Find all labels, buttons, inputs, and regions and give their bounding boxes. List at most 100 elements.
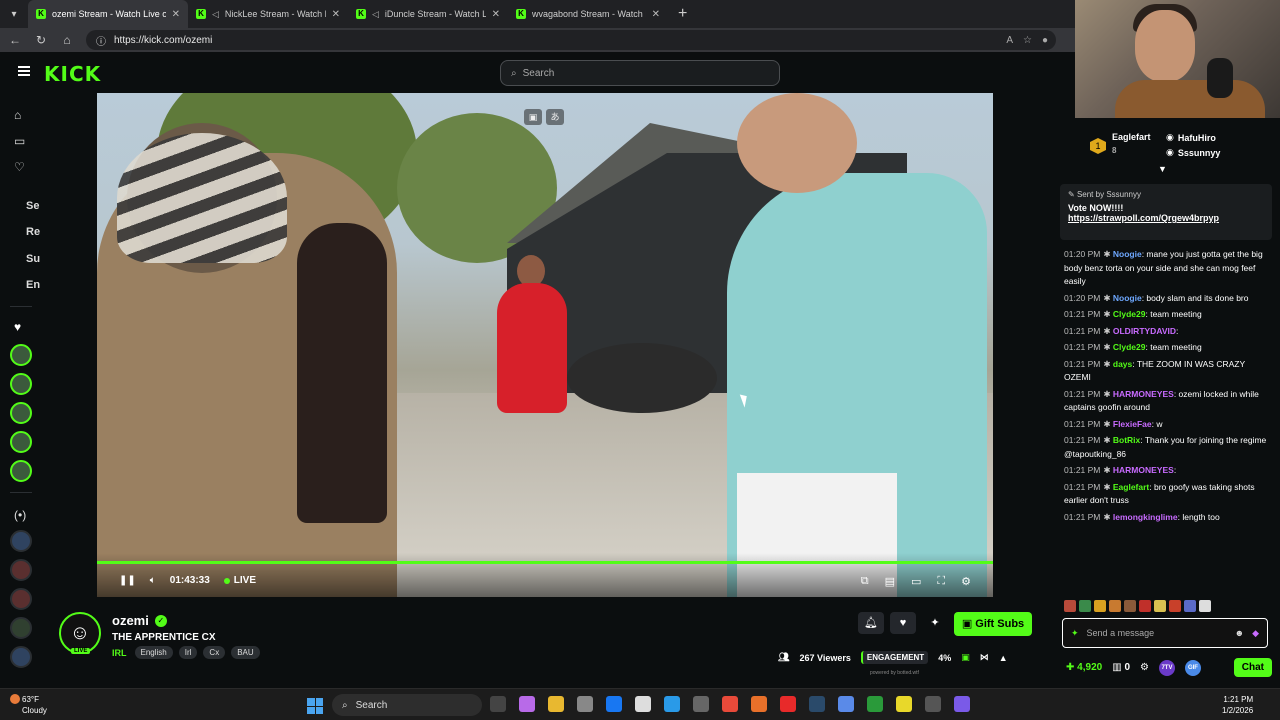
- recommended-channel-avatar[interactable]: [10, 530, 32, 552]
- chat-username[interactable]: FlexieFae: [1113, 419, 1152, 429]
- following-heart-icon[interactable]: ♡: [14, 160, 25, 174]
- new-tab-button[interactable]: +: [668, 5, 697, 23]
- chat-username[interactable]: Noogie: [1113, 249, 1142, 259]
- theater-mode-icon[interactable]: ▭: [911, 575, 921, 588]
- close-icon[interactable]: ✕: [332, 9, 340, 20]
- close-icon[interactable]: ✕: [172, 9, 180, 20]
- copilot-icon[interactable]: [519, 696, 535, 712]
- share-icon[interactable]: ⋈: [980, 652, 989, 663]
- chat-username[interactable]: HARMONEYES: [1113, 389, 1174, 399]
- notification-bell-button[interactable]: 🔔︎: [858, 612, 884, 634]
- sparkle-icon[interactable]: ✦: [922, 612, 948, 634]
- search-input[interactable]: ⌕ Search: [500, 60, 780, 86]
- tag[interactable]: BAU: [231, 646, 260, 659]
- notes-icon[interactable]: [896, 696, 912, 712]
- recommended-channel-avatar[interactable]: [10, 617, 32, 639]
- emote-icon[interactable]: [1124, 600, 1136, 612]
- follow-heart-button[interactable]: ♥: [890, 612, 916, 634]
- close-icon[interactable]: ✕: [652, 9, 660, 20]
- chat-send-button[interactable]: Chat: [1233, 658, 1272, 677]
- emote-icon[interactable]: [1139, 600, 1151, 612]
- emote-icon[interactable]: [1109, 600, 1121, 612]
- progress-bar[interactable]: [97, 561, 993, 564]
- followed-channel-avatar[interactable]: [10, 460, 32, 482]
- translate-icon[interactable]: あ: [546, 109, 564, 125]
- emote-icon[interactable]: [1199, 600, 1211, 612]
- sidebar-item-label[interactable]: Su: [26, 253, 40, 265]
- settings-gear-icon[interactable]: ⚙: [961, 575, 971, 588]
- steam-icon[interactable]: [809, 696, 825, 712]
- emote-icon[interactable]: [1079, 600, 1091, 612]
- tag[interactable]: Irl: [178, 646, 198, 659]
- muted-speaker-icon[interactable]: ◁: [372, 9, 379, 20]
- recommended-channel-avatar[interactable]: [10, 646, 32, 668]
- emoji-icon[interactable]: ☻: [1235, 628, 1244, 638]
- followed-channel-avatar[interactable]: [10, 431, 32, 453]
- tag[interactable]: English: [134, 646, 173, 659]
- tab-ozemi[interactable]: K ozemi Stream - Watch Live on Kick ✕: [28, 0, 188, 28]
- pinned-link[interactable]: https://strawpoll.com/Qrgew4brpyp: [1068, 213, 1264, 223]
- followed-channel-avatar[interactable]: [10, 373, 32, 395]
- chat-username[interactable]: lemongkinglime: [1113, 512, 1178, 522]
- emote-icon[interactable]: [1184, 600, 1196, 612]
- muted-speaker-icon[interactable]: ◁: [212, 9, 219, 20]
- chat-username[interactable]: BotRix: [1113, 435, 1140, 445]
- pip-icon[interactable]: ▤: [885, 575, 895, 588]
- home-icon[interactable]: ⌂: [60, 33, 74, 47]
- gift-subs-button[interactable]: ▣ Gift Subs: [954, 612, 1032, 636]
- obs-icon[interactable]: [925, 696, 941, 712]
- stats-icon[interactable]: ▣: [961, 652, 970, 663]
- xbox-icon[interactable]: [867, 696, 883, 712]
- channel-name[interactable]: ozemi: [112, 613, 149, 628]
- back-icon[interactable]: ←: [8, 33, 22, 47]
- home-icon[interactable]: ⌂: [14, 108, 21, 122]
- report-icon[interactable]: ▲: [999, 653, 1008, 663]
- chat-username[interactable]: Eaglefart: [1113, 482, 1149, 492]
- fullscreen-icon[interactable]: ⛶: [937, 575, 945, 588]
- sidebar-item-label[interactable]: En: [26, 279, 40, 291]
- subscription-count[interactable]: ▥ 0: [1112, 662, 1130, 673]
- chat-username[interactable]: HARMONEYES: [1113, 465, 1174, 475]
- emote-icon[interactable]: [1154, 600, 1166, 612]
- tab-nicklee[interactable]: K ◁ NickLee Stream - Watch Live on Kick …: [188, 0, 348, 28]
- tag[interactable]: Cx: [203, 646, 226, 659]
- sidebar-item-label[interactable]: Se: [26, 200, 39, 212]
- sparkle-icon[interactable]: ✦: [1071, 628, 1079, 639]
- tab-menu-icon[interactable]: ▾: [0, 9, 28, 20]
- chrome-icon[interactable]: [722, 696, 738, 712]
- channel-points[interactable]: ✚ 4,920: [1066, 662, 1102, 673]
- reload-icon[interactable]: ↻: [34, 33, 48, 47]
- chat-username[interactable]: OLDIRTYDAVID: [1113, 326, 1176, 336]
- recommended-channel-avatar[interactable]: [10, 559, 32, 581]
- sidebar-item-label[interactable]: Re: [26, 226, 40, 238]
- chat-settings-gear-icon[interactable]: ⚙: [1140, 662, 1149, 673]
- gif-icon[interactable]: GIF: [1184, 659, 1201, 676]
- close-icon[interactable]: ✕: [492, 9, 500, 20]
- followed-channel-avatar[interactable]: [10, 344, 32, 366]
- url-field[interactable]: ⓘ https://kick.com/ozemi A ☆ ●: [86, 30, 1056, 50]
- emote-icon[interactable]: [1094, 600, 1106, 612]
- tab-iduncle[interactable]: K ◁ iDuncle Stream - Watch Live on Kick …: [348, 0, 508, 28]
- app-icon[interactable]: [954, 696, 970, 712]
- kick-emote-icon[interactable]: ◆: [1252, 628, 1259, 639]
- pause-icon[interactable]: ❚❚: [119, 575, 136, 586]
- chat-username[interactable]: days: [1113, 359, 1132, 369]
- chat-username[interactable]: Clyde29: [1113, 342, 1146, 352]
- youtube-icon[interactable]: [780, 696, 796, 712]
- vlc-icon[interactable]: [751, 696, 767, 712]
- start-button[interactable]: [307, 698, 323, 714]
- browse-icon[interactable]: ▭: [14, 134, 25, 148]
- taskbar-search[interactable]: ⌕ Search: [332, 694, 482, 716]
- app-icon[interactable]: [838, 696, 854, 712]
- facebook-icon[interactable]: [606, 696, 622, 712]
- clip-icon[interactable]: ⧉: [861, 575, 869, 588]
- followed-channel-avatar[interactable]: [10, 402, 32, 424]
- chat-username[interactable]: Noogie: [1113, 293, 1142, 303]
- chat-username[interactable]: Clyde29: [1113, 309, 1146, 319]
- file-explorer-icon[interactable]: [548, 696, 564, 712]
- favorite-star-icon[interactable]: ☆: [1023, 35, 1032, 46]
- recommended-channel-avatar[interactable]: [10, 588, 32, 610]
- volume-icon[interactable]: 🔈︎: [150, 575, 156, 586]
- weather-widget[interactable]: 63°F Cloudy: [22, 694, 47, 716]
- expand-leaderboard-icon[interactable]: ▼: [1158, 164, 1167, 174]
